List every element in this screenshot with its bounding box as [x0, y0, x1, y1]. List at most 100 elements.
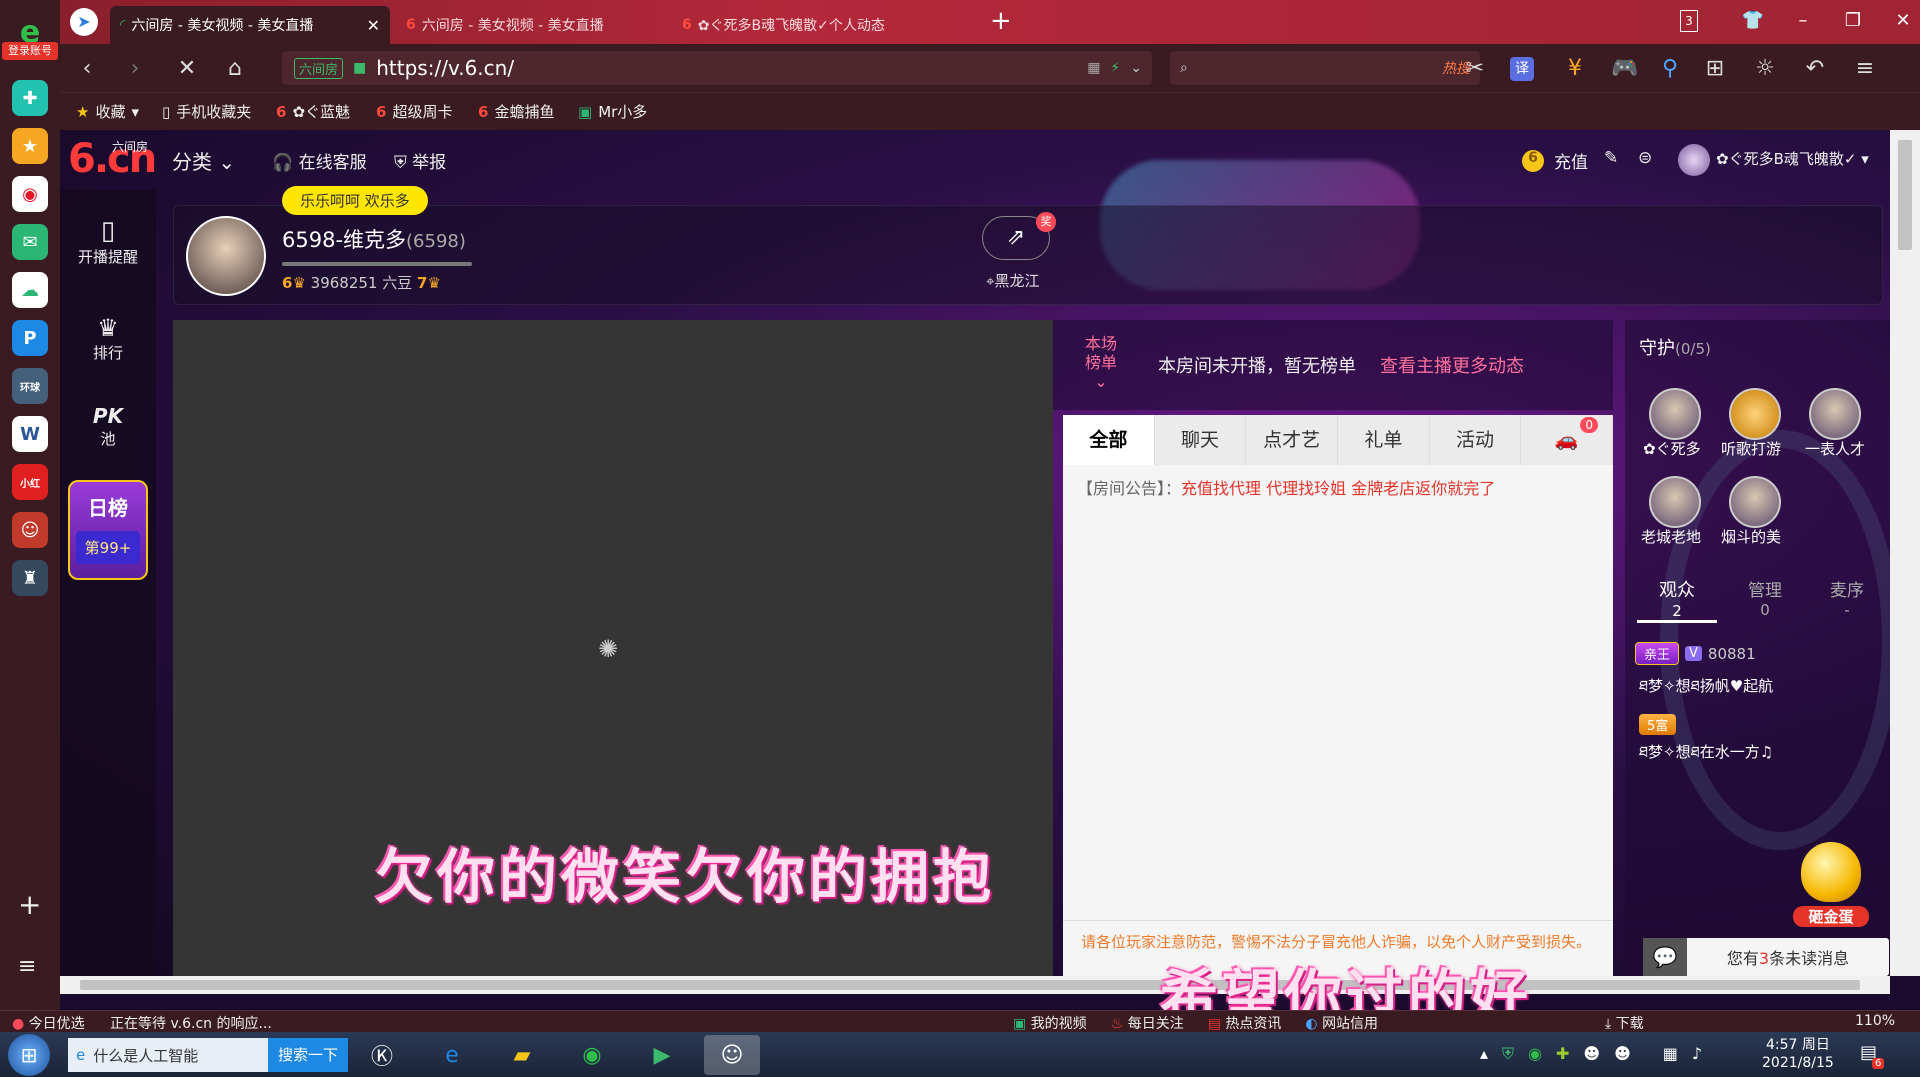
zoom-level[interactable]: 110%: [1855, 1013, 1895, 1029]
login-badge[interactable]: 登录账号: [2, 42, 58, 60]
status-site-credit[interactable]: ◐ 网站信用: [1305, 1013, 1378, 1033]
tab-admin[interactable]: 管理 0: [1725, 576, 1805, 619]
guard-avatar-1[interactable]: [1649, 388, 1701, 440]
status-download[interactable]: ⤓ 下载: [1605, 1013, 1644, 1033]
user-name[interactable]: ✿ぐ死多B魂飞魄散✓ ▾: [1716, 148, 1869, 169]
status-hot-news[interactable]: ▤ 热点资讯: [1208, 1013, 1282, 1033]
guard-avatar-5[interactable]: [1729, 476, 1781, 528]
tab-audience[interactable]: 观众 2: [1637, 576, 1717, 623]
media-player-icon[interactable]: ▶: [634, 1035, 690, 1075]
horizontal-scrollbar[interactable]: [60, 976, 1890, 994]
p-app-icon[interactable]: P: [12, 320, 48, 356]
tray-shield-icon[interactable]: ⛨: [1502, 1044, 1514, 1064]
tray-network-icon[interactable]: ▦: [1663, 1044, 1678, 1064]
nav-report[interactable]: ⛨ 举报: [394, 148, 446, 173]
stop-icon[interactable]: ✕: [172, 54, 202, 84]
magnifier-icon[interactable]: ⚲: [1655, 54, 1685, 84]
sidebar-item-rank[interactable]: ♛ 排行: [60, 314, 156, 363]
bookmark-3[interactable]: 6 金蟾捕鱼: [478, 101, 554, 122]
tray-volume-icon[interactable]: ♪: [1692, 1044, 1702, 1064]
tab-gifts[interactable]: 礼单: [1338, 415, 1430, 465]
menu-list-icon[interactable]: ≡: [18, 954, 36, 979]
tray-qq-icon[interactable]: ☻: [1583, 1044, 1600, 1064]
ie-browser-icon[interactable]: e: [424, 1035, 480, 1075]
viewer-name-1[interactable]: ཐ梦✧想ཐ扬帆♥起航: [1639, 670, 1773, 712]
close-tab-icon[interactable]: ✕: [367, 16, 380, 35]
brightness-icon[interactable]: ☼: [1750, 54, 1780, 84]
tab-car[interactable]: 🚗 0: [1521, 415, 1614, 465]
weibo-icon[interactable]: ◉: [12, 176, 48, 212]
translate-button[interactable]: 译: [1510, 57, 1534, 81]
tab-count[interactable]: 3: [1680, 10, 1698, 32]
bookmark-4[interactable]: ▣ Mr小多: [578, 101, 647, 122]
grid-icon[interactable]: ⊞: [1700, 54, 1730, 84]
chevron-down-icon[interactable]: ⌄: [1130, 60, 1142, 76]
user-avatar[interactable]: [1678, 144, 1710, 176]
anchor-avatar[interactable]: [186, 216, 266, 296]
rank-more-link[interactable]: 查看主播更多动态: [1380, 352, 1524, 378]
forward-icon[interactable]: ›: [120, 54, 150, 84]
tab-mic-order[interactable]: 麦序 -: [1807, 576, 1887, 619]
nav-category[interactable]: 分类 ⌄: [172, 146, 235, 175]
address-bar[interactable]: 六间房 ■ https://v.6.cn/ ▦ ⚡ ⌄: [282, 51, 1152, 85]
minimize-icon[interactable]: –: [1790, 8, 1816, 34]
sidebar-item-pk[interactable]: PK 池: [60, 404, 156, 449]
new-tab-button[interactable]: +: [990, 6, 1012, 36]
scissors-icon[interactable]: ✂: [1460, 54, 1490, 84]
tab-chat[interactable]: 聊天: [1155, 415, 1247, 465]
anchor-name[interactable]: 6598-维克多(6598): [282, 224, 466, 254]
restore-icon[interactable]: ❐: [1840, 8, 1866, 34]
cloud-drive-icon[interactable]: ☁: [12, 272, 48, 308]
coin-icon[interactable]: ¥: [1560, 54, 1590, 84]
gamepad-icon[interactable]: 🎮: [1610, 54, 1640, 84]
golden-egg-button[interactable]: 砸金蛋: [1793, 842, 1869, 934]
scroll-thumb[interactable]: [80, 980, 1860, 990]
message-icon[interactable]: ⊜: [1638, 148, 1652, 168]
recharge-link[interactable]: 充值: [1554, 148, 1588, 173]
daily-rank-card[interactable]: 日榜 第99+: [68, 480, 148, 580]
back-icon[interactable]: ‹: [72, 54, 102, 84]
home-icon[interactable]: ⌂: [220, 54, 250, 84]
taskbar-search-button[interactable]: 搜索一下: [268, 1038, 348, 1072]
tray-qq2-icon[interactable]: ☻: [1614, 1044, 1631, 1064]
bolt-icon[interactable]: ⚡: [1110, 60, 1120, 76]
bookmark-mobile[interactable]: ▯ 手机收藏夹: [162, 101, 251, 122]
browser-app-icon[interactable]: ◉: [564, 1035, 620, 1075]
rank-label[interactable]: 本场榜单 ⌄: [1083, 334, 1119, 391]
add-icon[interactable]: +: [18, 888, 41, 921]
k-app-icon[interactable]: Ⓚ: [354, 1035, 410, 1075]
nav-support[interactable]: 🎧 在线客服: [272, 148, 367, 173]
unread-messages[interactable]: 💬 您有3条未读消息: [1643, 938, 1889, 976]
tray-plus-icon[interactable]: ✚: [1556, 1044, 1569, 1064]
viewer-row-1[interactable]: 亲王 V 80881: [1635, 642, 1756, 665]
url-text[interactable]: https://v.6.cn/: [376, 56, 514, 80]
status-my-video[interactable]: ▣ 我的视频: [1013, 1013, 1087, 1033]
tab-2[interactable]: 6 六间房 - 美女视频 - 美女直播: [396, 6, 666, 44]
vertical-scrollbar[interactable]: [1890, 130, 1920, 976]
guard-avatar-2[interactable]: [1729, 388, 1781, 440]
start-button[interactable]: ⊞: [8, 1034, 50, 1076]
clock[interactable]: 4:57 周日 2021/8/15: [1762, 1036, 1834, 1072]
tab-1[interactable]: ◜ 六间房 - 美女视频 - 美女直播 ✕: [110, 6, 390, 44]
chat-app-icon[interactable]: ☺: [704, 1035, 760, 1075]
taskbar-search[interactable]: e 什么是人工智能: [68, 1038, 268, 1072]
viewer-name-2[interactable]: ཐ梦✧想ཐ在水一方♫: [1639, 736, 1773, 778]
close-window-icon[interactable]: ✕: [1890, 8, 1916, 34]
guard-avatar-3[interactable]: [1809, 388, 1861, 440]
word-app-icon[interactable]: W: [12, 416, 48, 452]
chat-messages[interactable]: 【房间公告】：充值找代理 代理找玲姐 金牌老店返你就完了: [1063, 465, 1613, 925]
search-box[interactable]: ⌕ 热搜: [1170, 51, 1480, 85]
undo-icon[interactable]: ↶: [1800, 54, 1830, 84]
favorites-app-icon[interactable]: ★: [12, 128, 48, 164]
tab-3[interactable]: 6 ✿ぐ死多B魂飞魄散✓个人动态: [672, 6, 992, 44]
edit-icon[interactable]: ✎: [1604, 148, 1618, 168]
status-left[interactable]: ● 今日优选: [12, 1013, 85, 1033]
qr-icon[interactable]: ▦: [1087, 60, 1100, 76]
mail-icon[interactable]: ✉: [12, 224, 48, 260]
guard-avatar-4[interactable]: [1649, 476, 1701, 528]
sidebar-item-live-remind[interactable]: ▯ 开播提醒: [60, 216, 156, 267]
tray-up-icon[interactable]: ▴: [1480, 1044, 1488, 1064]
news-app-icon[interactable]: 环球: [12, 368, 48, 404]
scroll-thumb[interactable]: [1898, 140, 1912, 250]
bookmark-2[interactable]: 6 超级周卡: [376, 101, 452, 122]
